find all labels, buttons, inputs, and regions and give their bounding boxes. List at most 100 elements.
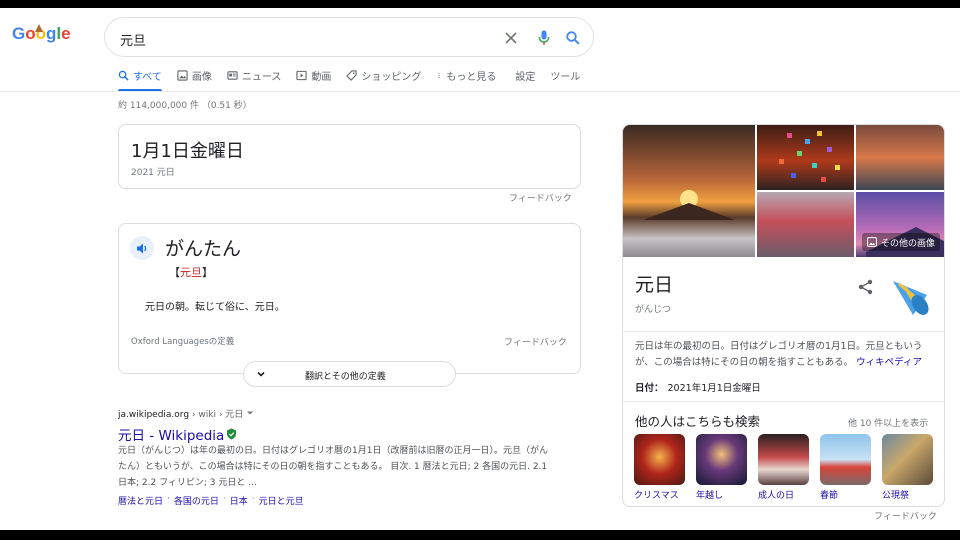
sunrise-image[interactable] [623, 125, 755, 257]
clear-icon[interactable] [501, 28, 521, 48]
result-url[interactable]: ja.wikipedia.org › wiki › 元日 [118, 407, 254, 420]
divider [623, 331, 944, 332]
related-searches-list: クリスマス 年越し 成人の日 春節 公現祭 [634, 434, 933, 501]
knowledge-panel-subtitle: がんじつ [635, 305, 672, 315]
tab-label: すべて [133, 71, 162, 83]
related-searches-more-link[interactable]: 他 10 件以上を表示 [848, 416, 928, 429]
confetti-image[interactable] [757, 125, 854, 190]
more-definitions-label: 翻訳とその他の定義 [305, 372, 386, 382]
dictionary-definition: 元日の朝。転じて俗に、元日。 [145, 302, 285, 313]
date-answer-card: 1月1日金曜日 2021 元日 [118, 124, 581, 189]
dictionary-card: がんたん 【元旦】 元日の朝。転じて俗に、元日。 Oxford Language… [118, 223, 581, 374]
result-snippet: 元日（がんじつ）は年の最初の日。日付はグレゴリオ暦の1月1日（改暦前は旧暦の正月… [118, 446, 548, 488]
kanji-bracket-close: 】 [202, 266, 213, 279]
result-sitelinks: 暦法と元日 · 各国の元日 · 日本 · 元日と元旦 [118, 494, 304, 507]
dictionary-kanji: 【元旦】 [169, 264, 213, 280]
tab-videos[interactable]: 動画 [296, 66, 331, 84]
sitelink[interactable]: 各国の元日 [174, 494, 219, 507]
microphone-icon[interactable] [534, 28, 554, 48]
separator: · [251, 494, 255, 504]
party-horn-icon [893, 281, 929, 315]
thumbnail-christmas [634, 434, 685, 485]
search-icon[interactable] [563, 28, 583, 48]
knowledge-panel-title: 元日 [635, 274, 674, 296]
feedback-link[interactable]: フィードバック [504, 335, 567, 348]
result-title: 元日 - Wikipedia [118, 428, 225, 444]
search-icon [118, 70, 129, 81]
separator: · [167, 494, 170, 504]
mountain-image[interactable]: その他の画像 [856, 192, 944, 257]
knowledge-panel-date: 日付： 2021年1月1日金曜日 [635, 380, 761, 394]
tag-icon [346, 69, 358, 81]
date-label: 日付： [635, 383, 664, 394]
tab-images[interactable]: 画像 [177, 66, 212, 84]
sunset-image[interactable] [856, 125, 944, 190]
divider [623, 401, 944, 402]
pronunciation-button[interactable] [130, 236, 154, 260]
dictionary-word: がんたん [165, 238, 242, 260]
tab-more[interactable]: もっと見る [436, 66, 496, 84]
speaker-icon [136, 243, 146, 253]
feedback-link[interactable]: フィードバック [874, 509, 937, 522]
chevron-down-icon [257, 371, 265, 377]
image-icon [867, 237, 877, 247]
tab-label: 動画 [311, 71, 332, 83]
search-tabs: すべて 画像 ニュース 動画 ショッピング もっと見る 設定 ツール [118, 66, 595, 90]
date-value: 2021年1月1日金曜日 [667, 383, 761, 394]
search-box[interactable]: 元旦 [104, 17, 594, 57]
related-search-coming-of-age-day[interactable]: 成人の日 [758, 434, 809, 501]
tab-label: もっと見る [446, 71, 497, 83]
tab-label: 設定 [515, 71, 536, 83]
sitelink[interactable]: 暦法と元日 [118, 494, 163, 507]
related-search-label: クリスマス [634, 491, 679, 501]
related-search-label: 成人の日 [758, 491, 795, 501]
related-search-label: 年越し [696, 491, 724, 501]
more-images-label: その他の画像 [880, 238, 935, 249]
related-search-epiphany[interactable]: 公現祭 [882, 434, 933, 501]
related-search-spring-festival[interactable]: 春節 [820, 434, 871, 501]
thumbnail-kimono [758, 434, 809, 485]
knowledge-panel: その他の画像 元日 がんじつ 元日は年の最初の日。日付はグレゴリオ暦の1月1日。… [622, 124, 945, 507]
kanji-link[interactable]: 元旦 [180, 266, 202, 279]
feedback-link[interactable]: フィードバック [509, 191, 572, 204]
related-search-christmas[interactable]: クリスマス [634, 434, 685, 501]
result-title-link[interactable]: 元日 - Wikipedia [118, 424, 237, 444]
news-icon [227, 70, 238, 80]
caret-down-icon[interactable] [246, 409, 254, 417]
tab-label: ショッピング [361, 71, 422, 83]
tab-tools[interactable]: ツール [550, 66, 580, 84]
video-icon [296, 70, 308, 80]
thumbnail-fireworks [696, 434, 747, 485]
verified-shield-icon [227, 428, 237, 440]
result-breadcrumb: › wiki › 元日 [189, 410, 244, 420]
tab-settings[interactable]: 設定 [515, 66, 535, 84]
more-definitions-button[interactable]: 翻訳とその他の定義 [243, 361, 456, 387]
related-searches-title: 他の人はこちらも検索 [635, 414, 761, 429]
knowledge-panel-description: 元日は年の最初の日。日付はグレゴリオ暦の1月1日。元旦ともいうが、この場合は特に… [635, 339, 940, 371]
header-divider [0, 91, 960, 92]
thumbnail-lanterns [820, 434, 871, 485]
description-source-link[interactable]: ウィキペディア [856, 357, 922, 368]
street-image[interactable] [757, 192, 854, 257]
result-stats: 約 114,000,000 件 （0.51 秒） [118, 101, 252, 111]
image-icon [177, 69, 188, 81]
sitelink[interactable]: 日本 [230, 494, 248, 507]
tab-news[interactable]: ニュース [227, 66, 281, 84]
sitelink[interactable]: 元日と元旦 [259, 494, 304, 507]
search-results-page: Google 元旦 すべて 画像 ニュース 動画 ショッピング もっと見る 設定… [0, 8, 960, 530]
more-images-button[interactable]: その他の画像 [861, 233, 940, 251]
related-search-label: 公現祭 [882, 491, 910, 501]
thumbnail-painting [882, 434, 933, 485]
related-search-new-years-eve[interactable]: 年越し [696, 434, 747, 501]
date-answer: 1月1日金曜日 [131, 141, 244, 162]
tab-all[interactable]: すべて [118, 66, 162, 84]
separator: · [222, 494, 226, 504]
tab-shopping[interactable]: ショッピング [346, 66, 421, 84]
date-answer-subtitle: 2021 元日 [131, 168, 175, 178]
search-input[interactable]: 元旦 [120, 30, 146, 49]
share-icon[interactable] [856, 277, 876, 297]
svg-text:Google: Google [12, 24, 71, 43]
more-vert-icon [438, 72, 440, 78]
related-search-label: 春節 [820, 491, 839, 501]
google-logo[interactable]: Google [12, 22, 72, 44]
